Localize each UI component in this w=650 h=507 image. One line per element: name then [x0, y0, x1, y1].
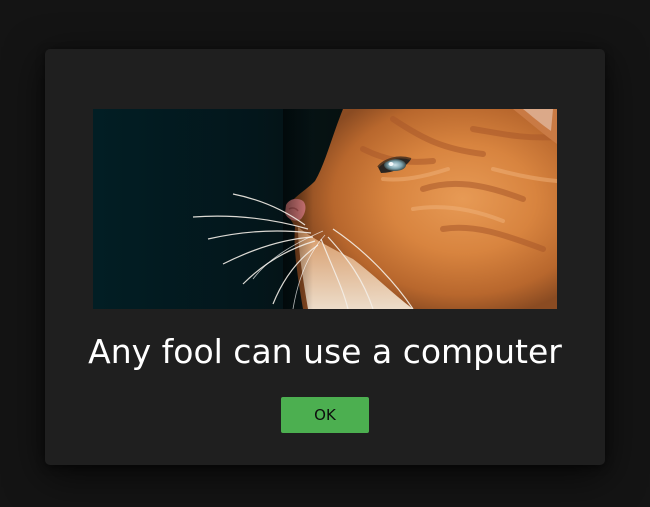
ok-button[interactable]: OK	[281, 397, 369, 433]
dialog-message: Any fool can use a computer	[88, 332, 562, 371]
app-backdrop: Any fool can use a computer OK	[0, 0, 650, 507]
kitten-illustration	[93, 109, 557, 309]
kitten-photo	[93, 109, 557, 309]
alert-dialog: Any fool can use a computer OK	[45, 49, 605, 465]
